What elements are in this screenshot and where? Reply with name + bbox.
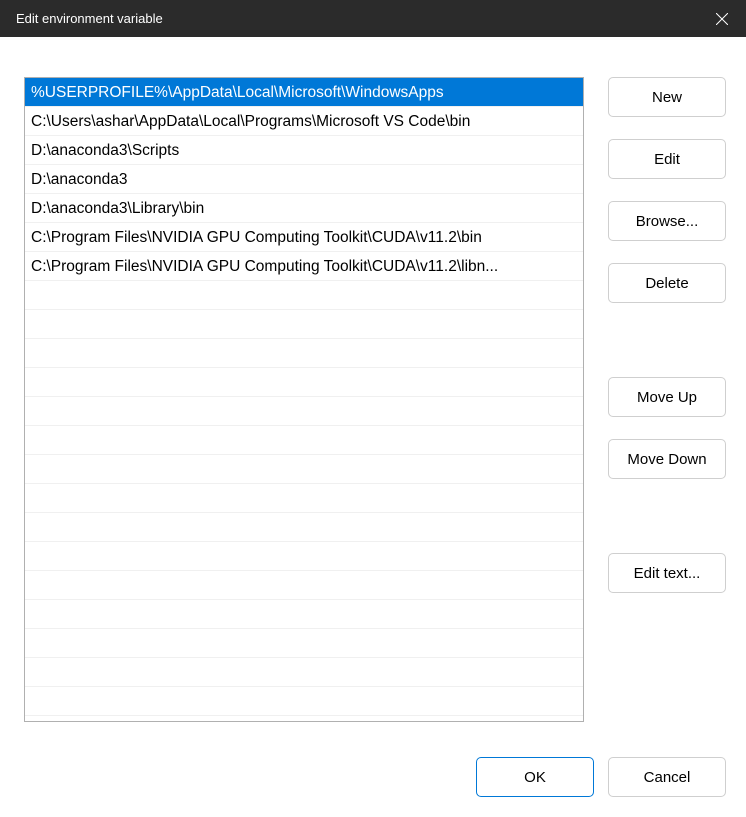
list-item-empty[interactable] (25, 310, 583, 339)
list-item-empty[interactable] (25, 600, 583, 629)
main-area: %USERPROFILE%\AppData\Local\Microsoft\Wi… (24, 77, 726, 737)
list-item[interactable]: C:\Program Files\NVIDIA GPU Computing To… (25, 252, 583, 281)
delete-button[interactable]: Delete (608, 263, 726, 303)
edit-text-button[interactable]: Edit text... (608, 553, 726, 593)
ok-button[interactable]: OK (476, 757, 594, 797)
browse-button[interactable]: Browse... (608, 201, 726, 241)
list-item-empty[interactable] (25, 542, 583, 571)
window-title: Edit environment variable (16, 11, 163, 26)
close-button[interactable] (698, 0, 746, 37)
list-item[interactable]: %USERPROFILE%\AppData\Local\Microsoft\Wi… (25, 78, 583, 107)
dialog-content: %USERPROFILE%\AppData\Local\Microsoft\Wi… (0, 37, 746, 817)
list-item-empty[interactable] (25, 658, 583, 687)
list-item-empty[interactable] (25, 513, 583, 542)
list-item[interactable]: D:\anaconda3 (25, 165, 583, 194)
list-item-empty[interactable] (25, 484, 583, 513)
dialog-footer: OK Cancel (24, 757, 726, 797)
list-item-empty[interactable] (25, 281, 583, 310)
list-item[interactable]: C:\Program Files\NVIDIA GPU Computing To… (25, 223, 583, 252)
list-item[interactable]: C:\Users\ashar\AppData\Local\Programs\Mi… (25, 107, 583, 136)
list-item-empty[interactable] (25, 397, 583, 426)
list-item-empty[interactable] (25, 571, 583, 600)
cancel-button[interactable]: Cancel (608, 757, 726, 797)
path-listbox[interactable]: %USERPROFILE%\AppData\Local\Microsoft\Wi… (24, 77, 584, 722)
new-button[interactable]: New (608, 77, 726, 117)
list-item-empty[interactable] (25, 687, 583, 716)
move-up-button[interactable]: Move Up (608, 377, 726, 417)
list-item[interactable]: D:\anaconda3\Library\bin (25, 194, 583, 223)
button-column: New Edit Browse... Delete Move Up Move D… (608, 77, 726, 737)
move-down-button[interactable]: Move Down (608, 439, 726, 479)
list-item-empty[interactable] (25, 339, 583, 368)
close-icon (716, 13, 728, 25)
list-item-empty[interactable] (25, 368, 583, 397)
list-item-empty[interactable] (25, 629, 583, 658)
titlebar: Edit environment variable (0, 0, 746, 37)
list-item-empty[interactable] (25, 455, 583, 484)
list-item[interactable]: D:\anaconda3\Scripts (25, 136, 583, 165)
list-item-empty[interactable] (25, 426, 583, 455)
edit-button[interactable]: Edit (608, 139, 726, 179)
